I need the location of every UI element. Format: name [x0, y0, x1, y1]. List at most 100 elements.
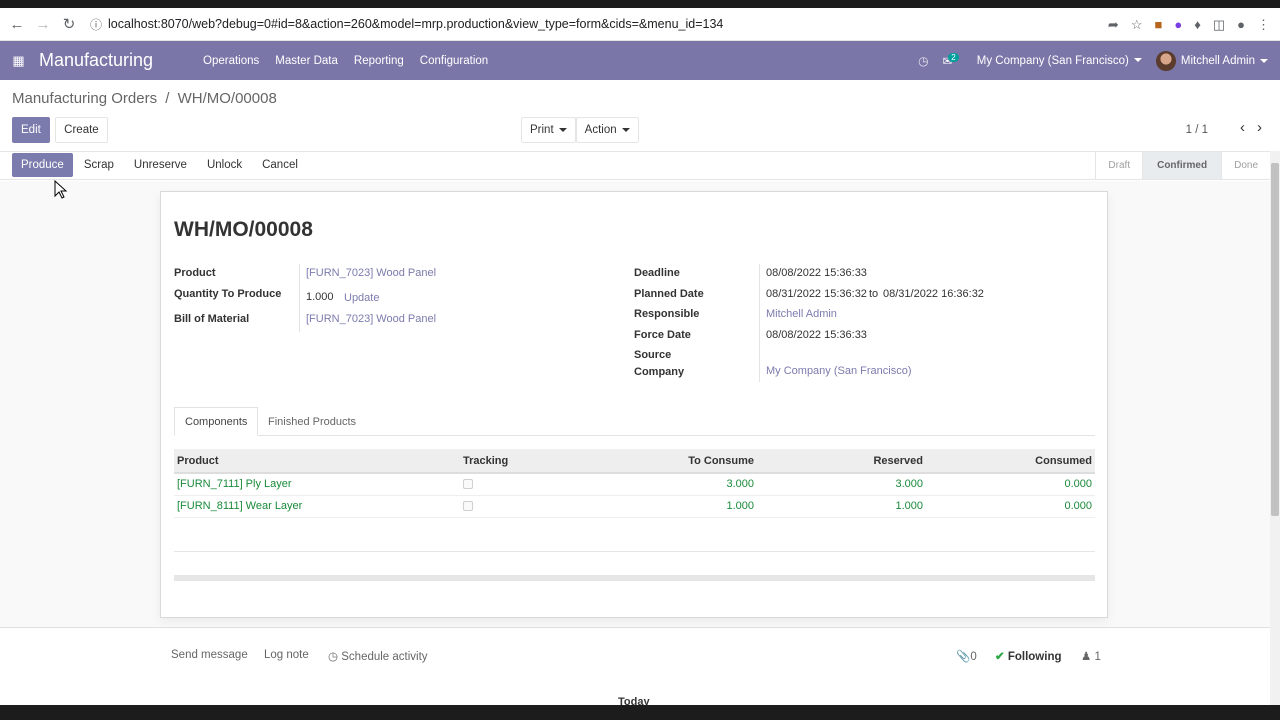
breadcrumb: Manufacturing Orders / WH/MO/00008 — [12, 90, 277, 107]
stage-draft[interactable]: Draft — [1095, 152, 1142, 179]
company-field[interactable]: My Company (San Francisco) — [766, 365, 912, 377]
row-tracking — [460, 495, 573, 518]
stage-done[interactable]: Done — [1221, 152, 1270, 179]
row-reserved: 3.000 — [757, 473, 926, 496]
chevron-left-icon[interactable]: ‹ — [1240, 119, 1245, 136]
chevron-down-icon — [1133, 58, 1142, 63]
chevron-down-icon — [1260, 58, 1268, 63]
profile-icon[interactable]: ● — [1237, 17, 1245, 32]
menu-configuration[interactable]: Configuration — [420, 55, 488, 67]
form-buttons: Edit Create — [12, 117, 108, 143]
app-name[interactable]: Manufacturing — [39, 50, 203, 71]
sidebar-icon[interactable]: ◫ — [1213, 17, 1225, 33]
create-button[interactable]: Create — [55, 117, 108, 143]
extension-color-icon[interactable]: ● — [1174, 17, 1182, 32]
menu-reporting[interactable]: Reporting — [354, 55, 404, 67]
edit-button[interactable]: Edit — [12, 117, 50, 143]
chevron-down-icon — [621, 128, 630, 132]
table-footer — [174, 575, 1095, 581]
print-dropdown[interactable]: Print — [521, 117, 576, 143]
unlock-button[interactable]: Unlock — [197, 153, 252, 177]
attachments-button[interactable]: 📎0 — [956, 649, 977, 663]
scrollbar-thumb[interactable] — [1271, 163, 1279, 516]
chevron-right-icon[interactable]: › — [1257, 119, 1262, 136]
navbar-systray: ◷ ✉2 My Company (San Francisco) Mitchell… — [918, 41, 1268, 80]
quantity-label: Quantity To Produce — [174, 288, 282, 300]
followers-count: 1 — [1094, 651, 1101, 663]
tab-components[interactable]: Components — [174, 407, 259, 436]
unreserve-button[interactable]: Unreserve — [124, 153, 196, 177]
puzzle-icon[interactable]: ♦ — [1194, 17, 1201, 32]
user-name: Mitchell Admin — [1180, 54, 1255, 67]
table-row[interactable]: [FURN_7111] Ply Layer 3.000 3.000 0.000 — [174, 473, 1095, 496]
breadcrumb-current: WH/MO/00008 — [177, 90, 277, 107]
bom-field[interactable]: [FURN_7023] Wood Panel — [306, 313, 436, 325]
share-icon[interactable]: ➦ — [1108, 17, 1119, 33]
company-switcher[interactable]: My Company (San Francisco) — [977, 55, 1142, 67]
activity-clock-icon[interactable]: ◷ — [918, 54, 928, 68]
action-dropdown[interactable]: Action — [575, 117, 639, 143]
field-separator — [299, 264, 300, 332]
cancel-button[interactable]: Cancel — [253, 153, 307, 177]
back-icon[interactable]: ← — [4, 11, 30, 37]
address-bar[interactable]: localhost:8070/web?debug=0#id=8&action=2… — [108, 17, 723, 31]
menu-operations[interactable]: Operations — [203, 55, 259, 67]
produce-button[interactable]: Produce — [12, 153, 73, 177]
action-label: Action — [584, 124, 617, 136]
kebab-menu-icon[interactable]: ⋮ — [1257, 17, 1270, 33]
stage-confirmed[interactable]: Confirmed — [1142, 152, 1222, 179]
force-date-field[interactable]: 08/08/2022 15:36:33 — [766, 329, 867, 341]
messages[interactable]: ✉2 — [943, 52, 963, 68]
schedule-activity-button[interactable]: ◷ Schedule activity — [328, 649, 428, 663]
send-message-button[interactable]: Send message — [171, 649, 248, 661]
column-consumed[interactable]: Consumed — [926, 449, 1095, 474]
update-quantity-link[interactable]: Update — [344, 292, 379, 304]
deadline-field[interactable]: 08/08/2022 15:36:33 — [766, 267, 867, 279]
row-to-consume[interactable]: 1.000 — [573, 495, 757, 518]
apps-grid-icon[interactable]: ▦ — [6, 53, 31, 69]
following-button[interactable]: ✔ Following — [995, 649, 1062, 663]
row-product[interactable]: [FURN_7111] Ply Layer — [174, 473, 460, 496]
column-tracking[interactable]: Tracking — [460, 449, 573, 474]
reload-icon[interactable]: ↻ — [56, 11, 82, 37]
extension-icon[interactable]: ■ — [1154, 17, 1162, 32]
schedule-activity-label: Schedule activity — [341, 651, 428, 663]
print-label: Print — [530, 124, 554, 136]
row-to-consume[interactable]: 3.000 — [573, 473, 757, 496]
menu-master-data[interactable]: Master Data — [275, 55, 338, 67]
company-name: My Company (San Francisco) — [976, 54, 1129, 67]
column-to-consume[interactable]: To Consume — [573, 449, 757, 474]
followers-button[interactable]: ♟ 1 — [1081, 649, 1101, 663]
paperclip-icon: 📎 — [956, 651, 971, 663]
user-menu[interactable]: Mitchell Admin — [1155, 50, 1268, 71]
scrap-button[interactable]: Scrap — [74, 153, 123, 177]
column-product[interactable]: Product — [174, 449, 460, 474]
tracking-checkbox[interactable] — [463, 501, 473, 512]
breadcrumb-parent[interactable]: Manufacturing Orders — [12, 90, 157, 107]
row-consumed[interactable]: 0.000 — [926, 495, 1095, 518]
window-top-border — [0, 0, 1280, 8]
force-date-label: Force Date — [634, 329, 691, 341]
responsible-field[interactable]: Mitchell Admin — [766, 308, 837, 320]
tab-finished-products[interactable]: Finished Products — [258, 407, 366, 436]
forward-icon[interactable]: → — [30, 11, 56, 37]
row-product[interactable]: [FURN_8111] Wear Layer — [174, 495, 460, 518]
row-consumed[interactable]: 0.000 — [926, 473, 1095, 496]
bookmark-star-icon[interactable]: ☆ — [1131, 17, 1143, 33]
site-info-icon[interactable]: ⓘ — [90, 16, 102, 33]
mouse-cursor-icon — [54, 180, 68, 199]
bom-label: Bill of Material — [174, 313, 250, 325]
column-reserved[interactable]: Reserved — [757, 449, 926, 474]
responsible-label: Responsible — [634, 308, 700, 320]
tracking-checkbox[interactable] — [463, 479, 473, 490]
log-note-button[interactable]: Log note — [264, 649, 309, 661]
quantity-field[interactable]: 1.000 — [306, 291, 334, 303]
table-row[interactable]: [FURN_8111] Wear Layer 1.000 1.000 0.000 — [174, 495, 1095, 518]
planned-date-start[interactable]: 08/31/2022 15:36:32 — [766, 288, 867, 300]
form-content: WH/MO/00008 Product Quantity To Produce … — [0, 181, 1270, 628]
statusbar: Produce Scrap Unreserve Unlock Cancel Dr… — [0, 151, 1270, 180]
product-field[interactable]: [FURN_7023] Wood Panel — [306, 267, 436, 279]
browser-toolbar: ← → ↻ ⓘ localhost:8070/web?debug=0#id=8&… — [0, 8, 1280, 41]
planned-date-end[interactable]: 08/31/2022 16:36:32 — [883, 288, 984, 300]
pager-value[interactable]: 1 / 1 — [1186, 124, 1208, 136]
